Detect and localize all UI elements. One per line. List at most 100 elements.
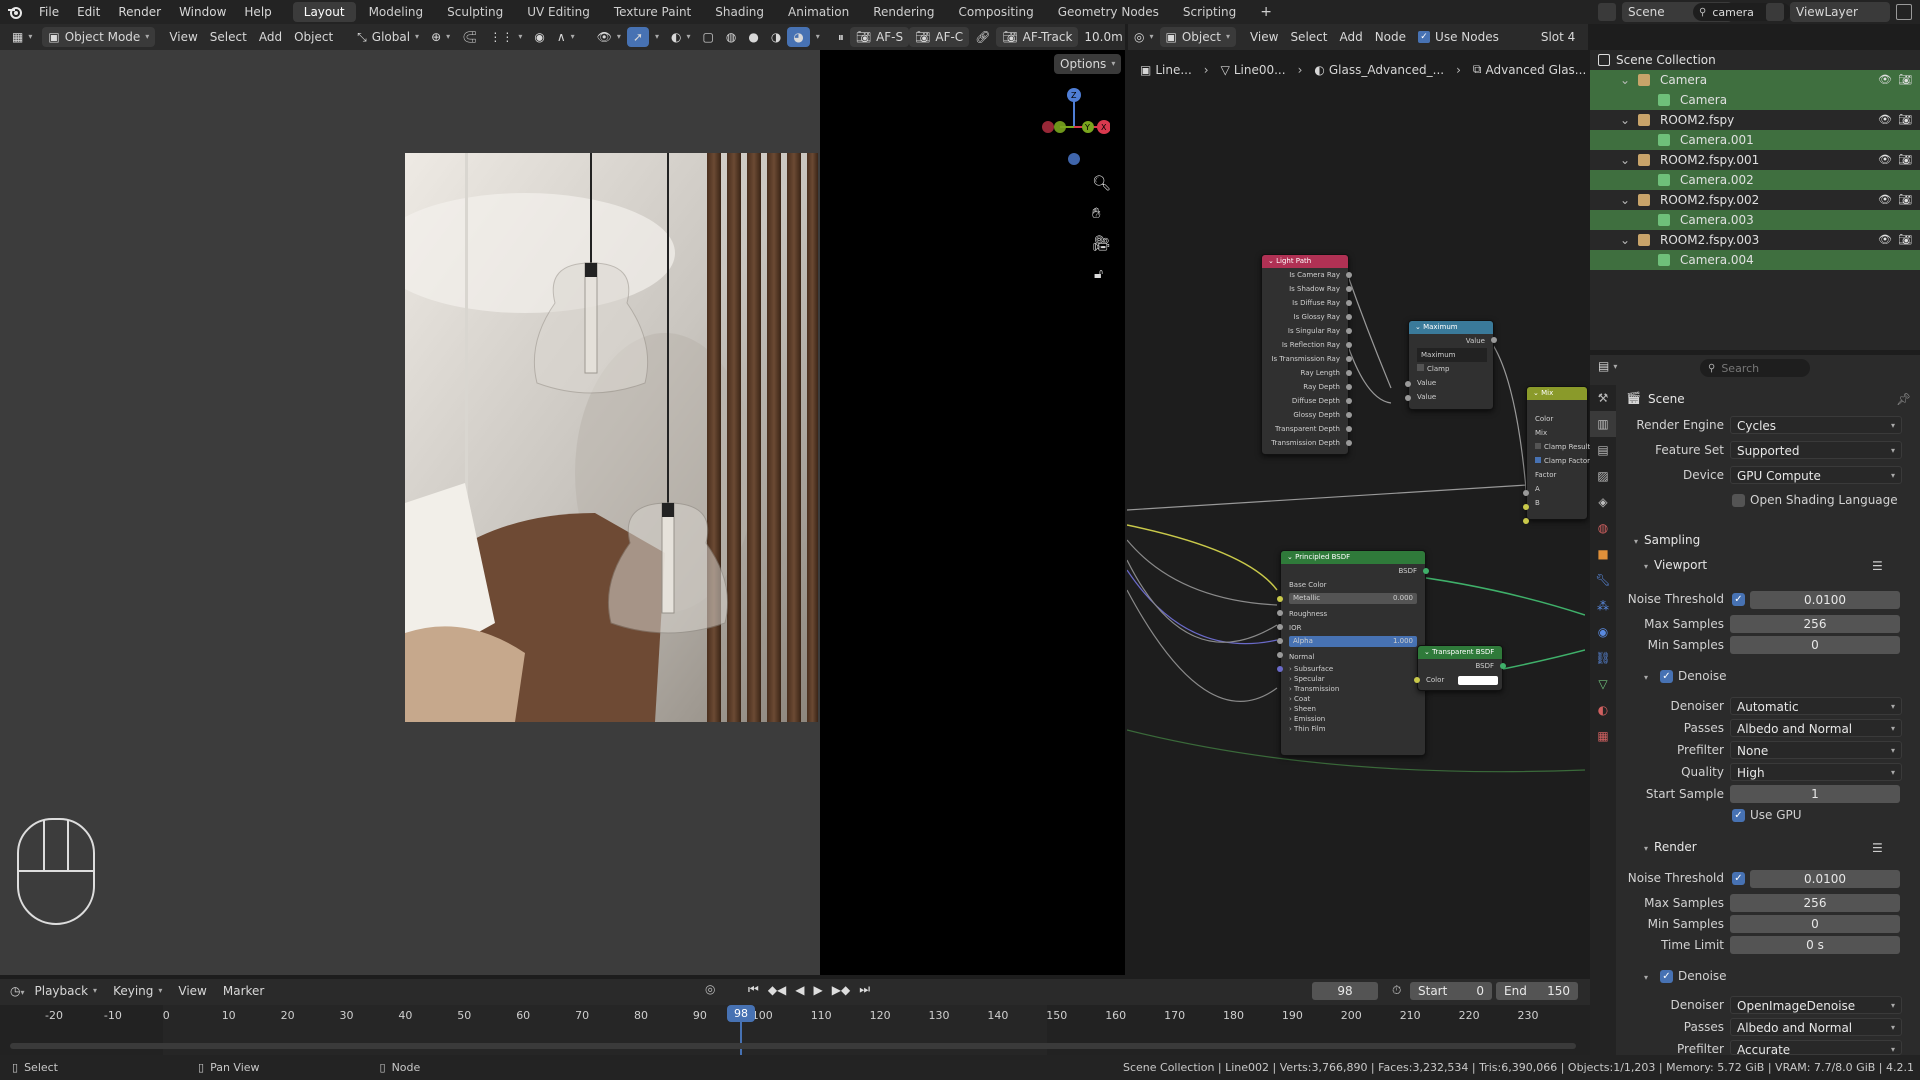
viewport-denoiser-dropdown[interactable]: Automatic ▾ xyxy=(1730,697,1902,715)
gizmo-dropdown-icon[interactable]: ▾ xyxy=(649,27,665,47)
tab-layout[interactable]: Layout xyxy=(292,2,356,22)
render-denoiser-dropdown[interactable]: OpenImageDenoise ▾ xyxy=(1730,996,1902,1014)
tab-animation[interactable]: Animation xyxy=(777,2,860,22)
clamp-factor-checkbox[interactable]: Clamp Factor xyxy=(1527,454,1590,468)
tab-shading[interactable]: Shading xyxy=(704,2,775,22)
next-keyframe-icon[interactable]: ▶◆ xyxy=(832,983,850,997)
node-header[interactable]: ⌄ Mix xyxy=(1527,387,1587,400)
bsdf-panel-toggle[interactable]: › Sheen xyxy=(1281,704,1425,714)
node-editor-canvas[interactable]: ⌄ Light Path Is Camera Ray Is Shadow Ray I… xyxy=(1127,80,1590,975)
link-icon[interactable]: 🔗︎ xyxy=(969,27,996,47)
object-mode-dropdown[interactable]: ▣ Object Mode ▾ xyxy=(42,27,156,47)
af-c-button[interactable]: 📷︎ AF-C xyxy=(909,27,970,47)
viewport-min-samples-field[interactable]: 0 xyxy=(1730,636,1900,654)
node-light-path[interactable]: ⌄ Light Path Is Camera Ray Is Shadow Ray I… xyxy=(1261,254,1352,455)
output-socket[interactable] xyxy=(1346,398,1352,404)
node-header[interactable]: ⌄ Transparent BSDF xyxy=(1418,646,1502,659)
node-mix[interactable]: ⌄ Mix Color Mix Clamp Result Clamp Facto… xyxy=(1523,386,1590,524)
properties-tab-object-icon[interactable]: ■ xyxy=(1590,541,1616,567)
outliner-camera-row[interactable]: Camera.002 xyxy=(1590,170,1920,190)
jump-end-icon[interactable]: ⏭ xyxy=(859,982,870,997)
material-slot-dropdown[interactable]: Slot 4 xyxy=(1535,27,1581,47)
snap-target-icon[interactable]: ⋮⋮ ▾ xyxy=(483,27,528,47)
render-camera-icon[interactable]: 📷︎ xyxy=(1898,190,1912,210)
menu-add[interactable]: Add xyxy=(253,27,288,47)
node-principled-bsdf[interactable]: ⌄ Principled BSDF BSDF Base Color Metall… xyxy=(1277,550,1429,756)
outliner-collection-row[interactable]: ⌄ ROOM2.fspy.001 👁︎ 📷︎ xyxy=(1590,150,1920,170)
mix-blend-dropdown[interactable]: Mix xyxy=(1527,426,1587,440)
bsdf-panel-toggle[interactable]: › Subsurface xyxy=(1281,664,1425,674)
outliner-camera-row[interactable]: Camera xyxy=(1590,90,1920,110)
clamp-result-checkbox[interactable]: Clamp Result xyxy=(1527,440,1590,454)
render-denoise-checkbox[interactable]: ✓ xyxy=(1660,970,1673,983)
expand-toggle-icon[interactable]: ⌄ xyxy=(1620,190,1630,210)
viewport-max-samples-field[interactable]: 256 xyxy=(1730,615,1900,633)
viewport-quality-dropdown[interactable]: High ▾ xyxy=(1730,763,1902,781)
render-engine-dropdown[interactable]: Cycles ▾ xyxy=(1730,416,1902,434)
viewport-start-sample-field[interactable]: 1 xyxy=(1730,785,1900,803)
viewport-noise-threshold-checkbox[interactable]: ✓ xyxy=(1732,593,1745,606)
navigation-gizmo[interactable]: Z X Y xyxy=(1030,85,1110,165)
tab-scripting[interactable]: Scripting xyxy=(1172,2,1247,22)
visibility-eye-icon[interactable]: 👁︎ xyxy=(1878,70,1892,90)
view-layer-field[interactable]: ViewLayer xyxy=(1790,2,1890,22)
node-header[interactable]: ⌄ Principled BSDF xyxy=(1281,551,1425,564)
menu-render[interactable]: Render xyxy=(109,0,170,24)
properties-tab-world-icon[interactable]: ◍ xyxy=(1590,515,1616,541)
visibility-eye-icon[interactable]: 👁︎ xyxy=(1878,110,1892,130)
output-socket[interactable] xyxy=(1346,314,1352,320)
output-socket[interactable] xyxy=(1346,426,1352,432)
xray-icon[interactable]: ▢ xyxy=(697,27,720,47)
menu-select[interactable]: Select xyxy=(204,27,253,47)
viewport-noise-threshold-field[interactable]: 0.0100 xyxy=(1750,591,1900,609)
lock-camera-icon[interactable]: 🔓︎ xyxy=(1094,266,1103,282)
input-socket[interactable] xyxy=(1277,596,1283,602)
viewport-options-button[interactable]: Options ▾ xyxy=(1054,54,1122,74)
af-track-button[interactable]: 📷︎ AF-Track xyxy=(996,27,1079,47)
output-socket[interactable] xyxy=(1346,356,1352,362)
bsdf-panel-toggle[interactable]: › Thin Film xyxy=(1281,724,1425,734)
render-noise-threshold-field[interactable]: 0.0100 xyxy=(1750,870,1900,888)
list-icon[interactable]: ☰ xyxy=(1872,559,1883,573)
editor-type-icon[interactable]: ▦ ▾ xyxy=(6,27,38,47)
timeline-track-area[interactable]: -20 -10 0 10 20 30 40 50 60 70 80 90 100 110 120 130 140… xyxy=(0,1005,1590,1055)
render-max-samples-field[interactable]: 256 xyxy=(1730,894,1900,912)
use-nodes-toggle[interactable]: ✓ Use Nodes xyxy=(1412,27,1505,47)
play-icon[interactable]: ▶ xyxy=(814,983,823,997)
properties-tab-scene-icon[interactable]: ◈ xyxy=(1590,489,1616,515)
output-socket[interactable] xyxy=(1346,370,1352,376)
outliner-collection-row[interactable]: ⌄ Camera 👁︎ 📷︎ xyxy=(1590,70,1920,90)
output-socket[interactable] xyxy=(1346,272,1352,278)
add-workspace-icon[interactable]: + xyxy=(1249,2,1283,22)
menu-edit[interactable]: Edit xyxy=(68,0,109,24)
bsdf-panel-toggle[interactable]: › Specular xyxy=(1281,674,1425,684)
viewport-prefilter-dropdown[interactable]: None ▾ xyxy=(1730,741,1902,759)
visibility-eye-icon[interactable]: 👁︎ xyxy=(1878,190,1892,210)
properties-tab-particles-icon[interactable]: ⁂ xyxy=(1590,593,1616,619)
color-input[interactable]: Color xyxy=(1418,673,1502,687)
math-operation-dropdown[interactable]: Maximum xyxy=(1409,348,1493,362)
output-socket[interactable] xyxy=(1346,342,1352,348)
output-socket[interactable] xyxy=(1346,300,1352,306)
list-icon[interactable]: ☰ xyxy=(1872,841,1883,855)
input-socket[interactable] xyxy=(1414,677,1420,683)
device-dropdown[interactable]: GPU Compute ▾ xyxy=(1730,466,1902,484)
viewport-passes-dropdown[interactable]: Albedo and Normal ▾ xyxy=(1730,719,1902,737)
render-camera-icon[interactable]: 📷︎ xyxy=(1898,230,1912,250)
tab-geometry-nodes[interactable]: Geometry Nodes xyxy=(1047,2,1170,22)
properties-tab-constraints-icon[interactable]: ⛓︎ xyxy=(1590,645,1616,671)
tab-sculpting[interactable]: Sculpting xyxy=(436,2,514,22)
output-socket[interactable] xyxy=(1423,568,1429,574)
pivot-icon[interactable]: ⊕ ▾ xyxy=(425,27,456,47)
timeline-menu-marker[interactable]: Marker xyxy=(217,981,270,1001)
expand-toggle-icon[interactable]: ⌄ xyxy=(1620,150,1630,170)
tab-texture-paint[interactable]: Texture Paint xyxy=(603,2,702,22)
render-denoise-subsection[interactable]: ▾ xyxy=(1644,969,1654,983)
outliner-collection-row[interactable]: ⌄ ROOM2.fspy.002 👁︎ 📷︎ xyxy=(1590,190,1920,210)
node-header[interactable]: ⌄ Maximum xyxy=(1409,321,1493,334)
render-prefilter-dropdown[interactable]: Accurate ▾ xyxy=(1730,1040,1902,1055)
sampling-section[interactable]: ▾ Sampling xyxy=(1634,533,1700,547)
node-editor-type-icon[interactable]: ◎ ▾ xyxy=(1128,27,1160,47)
node-menu-node[interactable]: Node xyxy=(1369,27,1412,47)
tab-uv-editing[interactable]: UV Editing xyxy=(516,2,601,22)
